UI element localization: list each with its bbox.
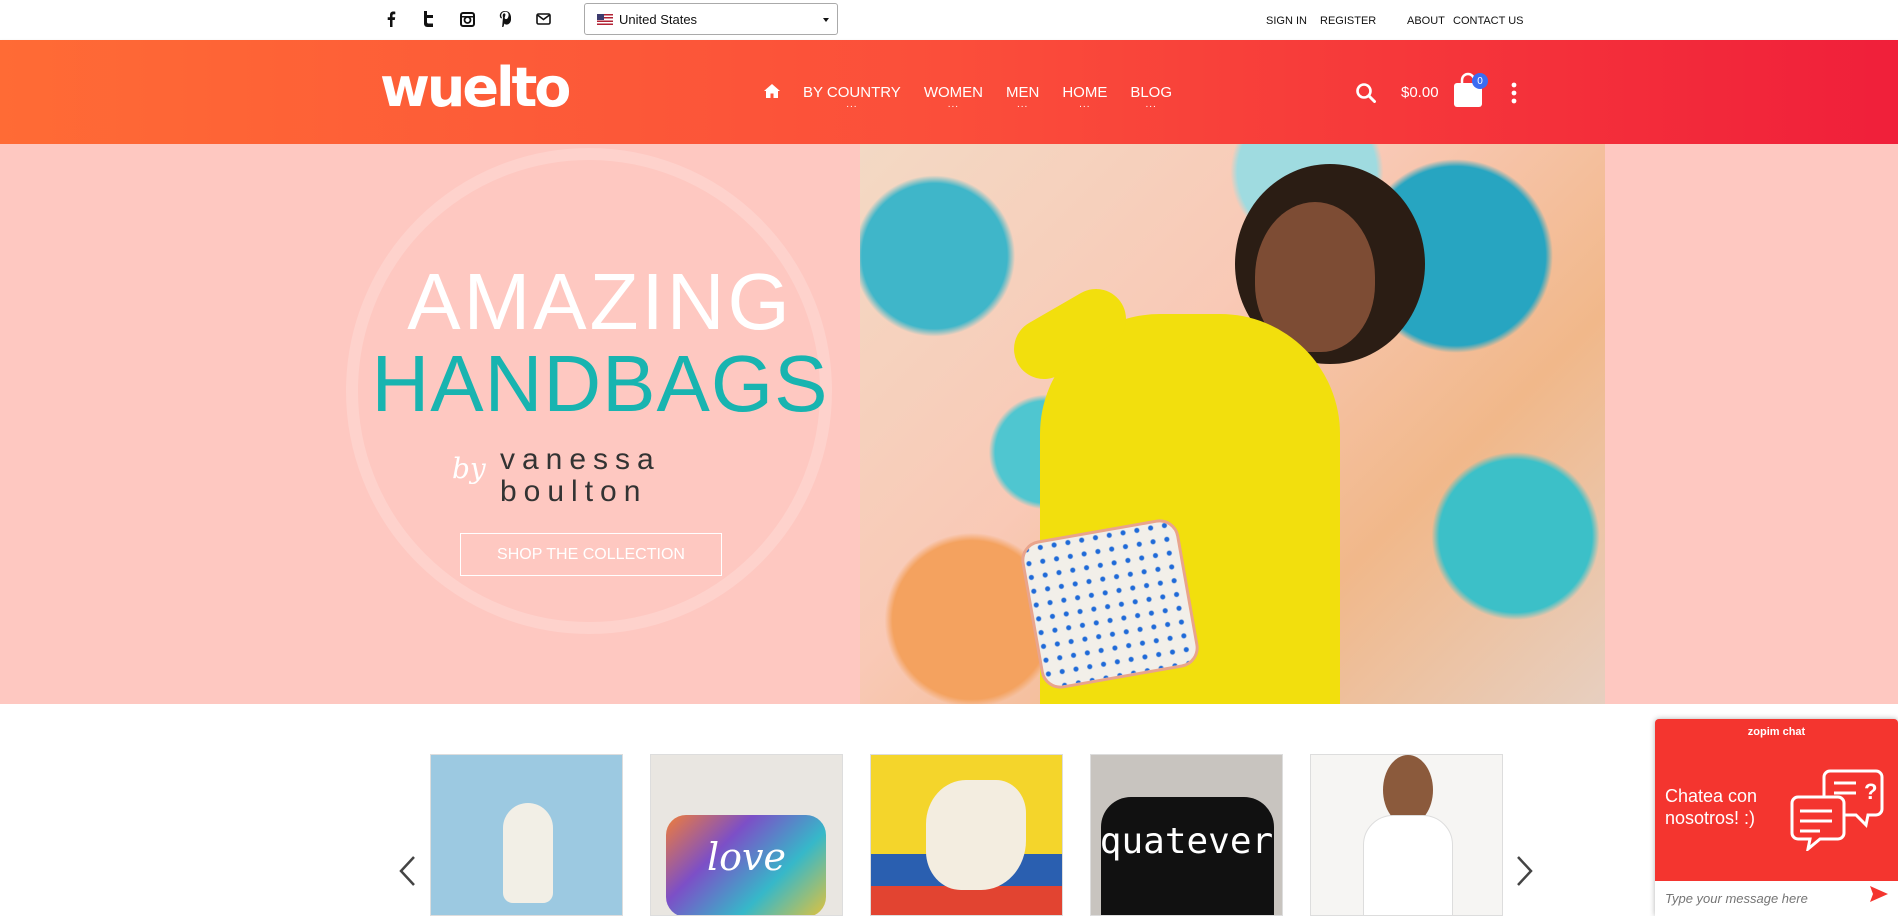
chat-message: Chatea con nosotros! :) — [1665, 786, 1758, 828]
facebook-icon[interactable] — [380, 9, 402, 29]
nav-item-home[interactable]: HOME ... — [1062, 84, 1107, 110]
logo[interactable]: wuelto — [380, 60, 571, 116]
shop-collection-button[interactable]: SHOP THE COLLECTION — [460, 533, 722, 576]
social-links — [380, 9, 554, 29]
nav-item-women[interactable]: WOMEN ... — [924, 84, 983, 110]
nav-dots: ... — [846, 99, 858, 110]
photo-handbag — [1018, 516, 1202, 692]
sign-in-link[interactable]: SIGN IN — [1266, 15, 1307, 27]
cart-count-badge: 0 — [1472, 73, 1488, 89]
cart-total[interactable]: $0.00 — [1401, 84, 1439, 101]
chat-input[interactable] — [1655, 881, 1898, 916]
carousel-next-icon[interactable] — [1516, 854, 1534, 894]
nav-item-men[interactable]: MEN ... — [1006, 84, 1039, 110]
product-card[interactable] — [870, 754, 1063, 916]
nav-dots: ... — [947, 99, 960, 110]
hero-brand-line2: boulton — [500, 475, 648, 508]
hero-brand: vanessa boulton — [500, 444, 661, 508]
product-card[interactable] — [430, 754, 623, 916]
nav-dots: ... — [1145, 99, 1157, 110]
product-card[interactable] — [1310, 754, 1503, 916]
main-header: wuelto BY COUNTRY ... WOMEN ... MEN ... … — [0, 40, 1898, 144]
hero-brand-line1: vanessa — [500, 443, 661, 476]
mail-icon[interactable] — [532, 9, 554, 29]
product-image — [431, 755, 622, 915]
nav-dots: ... — [1079, 99, 1091, 110]
top-bar: United States SIGN IN REGISTER ABOUT CON… — [0, 0, 1898, 40]
country-select[interactable]: United States — [584, 3, 838, 35]
chat-bubble-icon: ? — [1790, 769, 1884, 851]
us-flag-icon — [597, 13, 613, 25]
more-menu-icon[interactable] — [1511, 82, 1517, 109]
product-image: quatever — [1091, 755, 1282, 915]
nav-dots: ... — [1016, 99, 1029, 110]
search-icon[interactable] — [1356, 83, 1376, 108]
country-select-value: United States — [619, 11, 698, 27]
hero-by: by — [452, 452, 486, 485]
hero-banner: AMAZING HANDBAGS by vanessa boulton SHOP… — [0, 144, 1898, 704]
svg-text:?: ? — [1864, 779, 1877, 804]
register-link[interactable]: REGISTER — [1320, 15, 1376, 27]
quatever-text: quatever — [1099, 821, 1274, 862]
product-card[interactable]: quatever — [1090, 754, 1283, 916]
chat-brand: zopim chat — [1747, 726, 1806, 738]
carousel-prev-icon[interactable] — [398, 854, 416, 894]
instagram-icon[interactable] — [456, 9, 478, 29]
chat-widget[interactable]: zopim chat Chatea con nosotros! :) ? — [1655, 719, 1898, 916]
nav-item-by-country[interactable]: BY COUNTRY ... — [803, 84, 901, 110]
about-link[interactable]: ABOUT — [1407, 15, 1445, 27]
product-card[interactable]: love — [650, 754, 843, 916]
twitter-icon[interactable] — [418, 9, 440, 29]
main-nav: BY COUNTRY ... WOMEN ... MEN ... HOME ..… — [764, 84, 1195, 110]
product-image — [871, 755, 1062, 915]
love-text: love — [707, 835, 786, 879]
caret-down-icon — [823, 18, 829, 22]
contact-us-link[interactable]: CONTACT US — [1453, 15, 1524, 27]
send-icon[interactable] — [1870, 886, 1888, 907]
product-image: love — [651, 755, 842, 915]
hero-title-line1: AMAZING — [407, 257, 793, 346]
product-image — [1311, 755, 1502, 915]
nav-item-blog[interactable]: BLOG ... — [1130, 84, 1172, 110]
hero-photo[interactable] — [860, 144, 1605, 704]
home-icon[interactable] — [764, 84, 780, 103]
pinterest-icon[interactable] — [494, 9, 516, 29]
hero-title-line2: HANDBAGS — [371, 339, 829, 428]
